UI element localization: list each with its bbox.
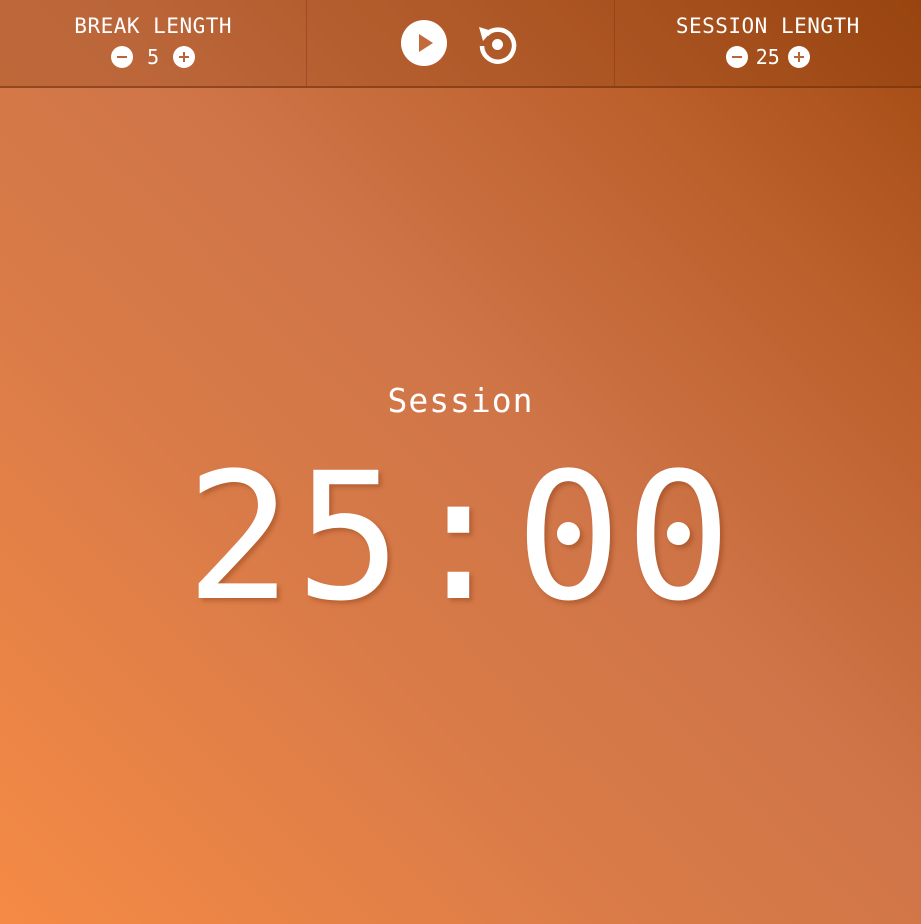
- plus-icon-vertical: [183, 51, 186, 62]
- timer-label: Session: [387, 381, 534, 420]
- break-increment-button[interactable]: [173, 45, 196, 68]
- play-icon: [401, 20, 448, 66]
- session-increment-button[interactable]: [787, 45, 810, 68]
- top-bar: BREAK LENGTH 5 SESSION LENGTH 25: [0, 0, 921, 88]
- play-button[interactable]: [401, 20, 448, 66]
- break-length-value: 5: [147, 44, 160, 69]
- break-decrement-button[interactable]: [111, 45, 134, 68]
- plus-icon-vertical: [797, 51, 800, 62]
- break-length-stepper: 5: [111, 44, 196, 69]
- session-length-title: SESSION LENGTH: [675, 13, 860, 38]
- session-length-panel: SESSION LENGTH 25: [615, 0, 921, 86]
- timer-display: Session 25:00: [0, 88, 921, 924]
- time-left: 25:00: [185, 435, 736, 640]
- session-length-stepper: 25: [725, 44, 810, 69]
- reset-icon: [479, 27, 517, 64]
- minus-icon: [117, 55, 128, 58]
- timer-controls-panel: [307, 0, 615, 86]
- break-length-title: BREAK LENGTH: [74, 13, 233, 38]
- session-length-value: 25: [755, 44, 780, 69]
- session-decrement-button[interactable]: [725, 45, 748, 68]
- break-length-panel: BREAK LENGTH 5: [0, 0, 308, 86]
- reset-button[interactable]: [475, 21, 519, 65]
- minus-icon: [731, 55, 742, 58]
